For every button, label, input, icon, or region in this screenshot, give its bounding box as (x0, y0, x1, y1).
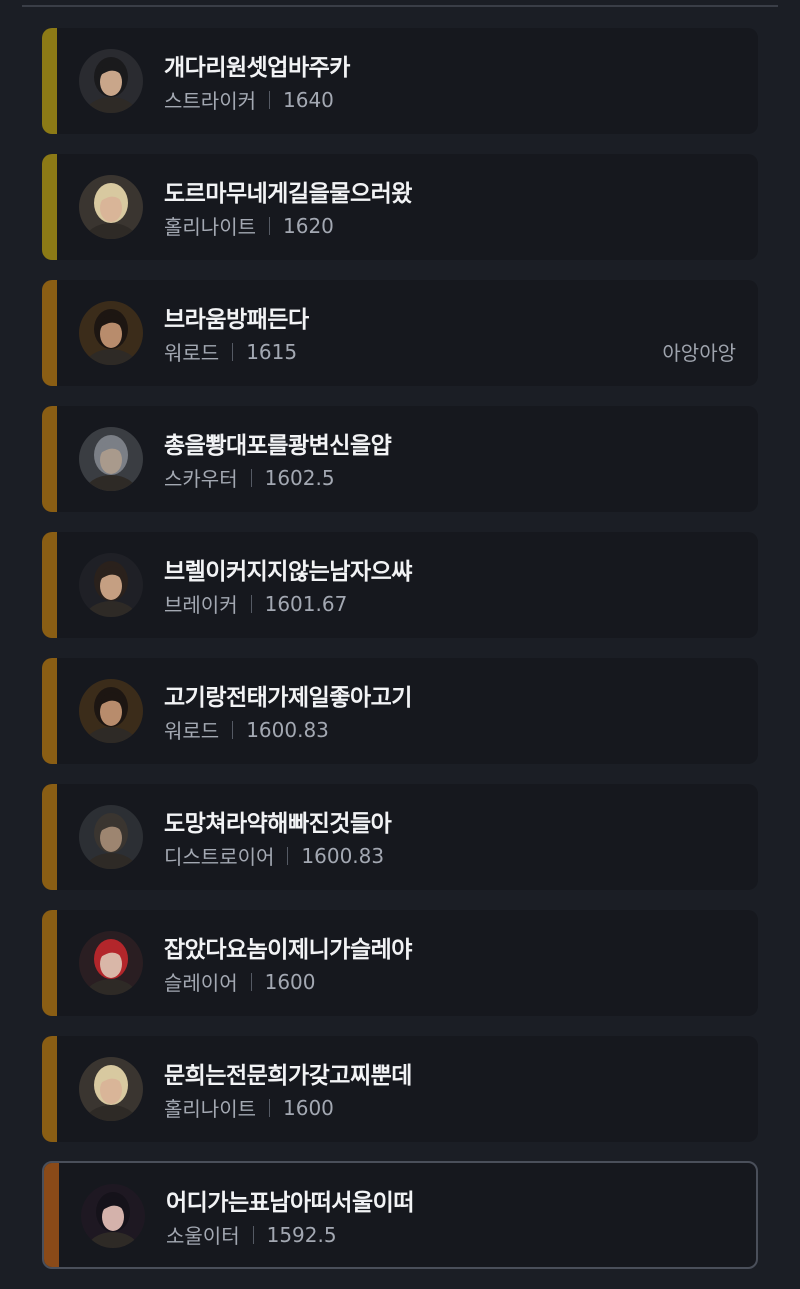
warlord-portrait-icon (79, 301, 143, 365)
holyknight-portrait-icon (79, 1057, 143, 1121)
meta-separator (232, 720, 234, 739)
player-meta: 디스트로이어 1600.83 (164, 841, 384, 870)
player-class: 홀리나이트 (164, 1097, 256, 1121)
ranking-card[interactable]: 개다리원셋업바주카스트라이커 1640 (42, 28, 758, 134)
rank-accent-bar (42, 658, 57, 764)
player-name: 어디가는표남아떠서울이떠 (166, 1190, 414, 1216)
rank-accent-bar (42, 532, 57, 638)
player-score: 1592.5 (266, 1222, 337, 1247)
player-name: 총을뽱대포를쾅변신을얍 (164, 433, 392, 459)
rank-accent-bar (42, 1036, 57, 1142)
player-meta: 소울이터 1592.5 (166, 1220, 337, 1249)
striker-portrait-icon (79, 49, 143, 113)
slayer-portrait-icon (79, 931, 143, 995)
top-divider (22, 5, 778, 7)
player-class: 디스트로이어 (164, 845, 275, 869)
ranking-card[interactable]: 문희는전문희가갖고찌뿐데홀리나이트 1600 (42, 1036, 758, 1142)
meta-separator (269, 90, 270, 109)
player-score: 1640 (283, 87, 334, 112)
ranking-card[interactable]: 어디가는표남아떠서울이떠소울이터 1592.5 (42, 1161, 758, 1269)
rank-accent-bar (42, 784, 57, 890)
player-score: 1600.83 (301, 843, 385, 868)
player-name: 도르마무네게길을물으러왔 (164, 181, 412, 207)
player-guild: 아앙아앙 (662, 341, 736, 365)
player-meta: 슬레이어 1600 (164, 967, 316, 996)
ranking-card[interactable]: 잡았다요놈이제니가슬레야슬레이어 1600 (42, 910, 758, 1016)
ranking-card[interactable]: 도망쳐라약해빠진것들아디스트로이어 1600.83 (42, 784, 758, 890)
player-meta: 스트라이커 1640 (164, 85, 334, 114)
player-name: 브렐이커지지않는남자으쌰 (164, 559, 412, 585)
player-class: 스트라이커 (164, 89, 256, 113)
ranking-card[interactable]: 총을뽱대포를쾅변신을얍스카우터 1602.5 (42, 406, 758, 512)
ranking-card[interactable]: 고기랑전태가제일좋아고기워로드 1600.83 (42, 658, 758, 764)
player-class: 워로드 (164, 341, 220, 365)
meta-separator (287, 846, 289, 865)
player-meta: 브레이커 1601.67 (164, 589, 347, 618)
meta-separator (269, 216, 270, 235)
ranking-card[interactable]: 도르마무네게길을물으러왔홀리나이트 1620 (42, 154, 758, 260)
player-meta: 홀리나이트 1620 (164, 211, 334, 240)
player-name: 개다리원셋업바주카 (164, 55, 350, 81)
rank-accent-bar (44, 1163, 59, 1267)
meta-separator (252, 1225, 254, 1244)
player-name: 문희는전문희가갖고찌뿐데 (164, 1063, 412, 1089)
meta-separator (232, 342, 234, 361)
player-class: 브레이커 (164, 593, 238, 617)
player-class: 홀리나이트 (164, 215, 256, 239)
player-meta: 홀리나이트 1600 (164, 1093, 334, 1122)
warlord-portrait-icon (79, 679, 143, 743)
rank-accent-bar (42, 28, 57, 134)
player-score: 1620 (283, 213, 334, 238)
player-meta: 워로드 1615 (164, 337, 297, 366)
player-score: 1615 (246, 339, 298, 364)
player-class: 소울이터 (166, 1224, 240, 1248)
souleater-portrait-icon (81, 1184, 145, 1248)
destroyer-portrait-icon (79, 805, 143, 869)
player-class: 슬레이어 (164, 971, 238, 995)
player-name: 브라움방패든다 (164, 307, 309, 333)
holyknight-portrait-icon (79, 175, 143, 239)
player-name: 고기랑전태가제일좋아고기 (164, 685, 412, 711)
player-score: 1600 (283, 1095, 334, 1120)
rank-accent-bar (42, 910, 57, 1016)
player-meta: 스카우터 1602.5 (164, 463, 335, 492)
rank-accent-bar (42, 154, 57, 260)
player-score: 1602.5 (264, 465, 335, 490)
scouter-portrait-icon (79, 427, 143, 491)
rank-accent-bar (42, 280, 57, 386)
player-score: 1600.83 (246, 717, 329, 742)
breaker-portrait-icon (79, 553, 143, 617)
ranking-card[interactable]: 브렐이커지지않는남자으쌰브레이커 1601.67 (42, 532, 758, 638)
player-name: 잡았다요놈이제니가슬레야 (164, 937, 412, 963)
meta-separator (269, 1098, 270, 1117)
meta-separator (250, 468, 252, 487)
player-class: 워로드 (164, 719, 220, 743)
player-score: 1600 (264, 969, 316, 994)
ranking-list: 개다리원셋업바주카스트라이커 1640 도르마무네게길을물으러왔홀리나이트 1620 브… (42, 28, 758, 1289)
rank-accent-bar (42, 406, 57, 512)
ranking-card[interactable]: 브라움방패든다워로드 1615 아앙아앙 (42, 280, 758, 386)
player-meta: 워로드 1600.83 (164, 715, 329, 744)
meta-separator (250, 594, 252, 613)
meta-separator (250, 972, 252, 991)
player-class: 스카우터 (164, 467, 238, 491)
player-name: 도망쳐라약해빠진것들아 (164, 811, 392, 837)
player-score: 1601.67 (264, 591, 348, 616)
